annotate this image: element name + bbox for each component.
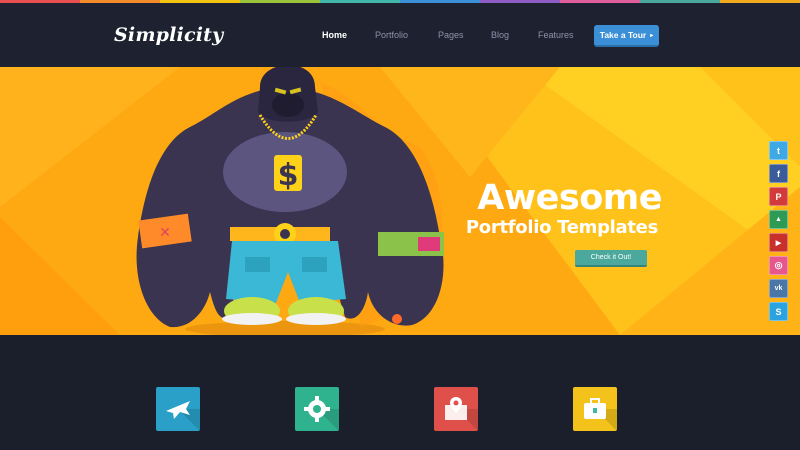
dribbble-icon[interactable]: ◎: [769, 256, 788, 275]
twitter-icon[interactable]: t: [769, 141, 788, 160]
take-a-tour-label: Take a Tour: [599, 30, 647, 40]
airplane-icon[interactable]: [156, 387, 200, 431]
site-logo[interactable]: Simplicity: [114, 24, 223, 46]
hero-title: Awesome: [477, 178, 662, 218]
gear-icon[interactable]: [295, 387, 339, 431]
svg-text:✕: ✕: [159, 224, 171, 240]
take-a-tour-button[interactable]: Take a Tour ▸: [594, 25, 659, 47]
dollar-sign: $: [278, 158, 299, 193]
navbar: Simplicity Home Portfolio Pages Blog Fea…: [0, 3, 800, 67]
nav-item-home[interactable]: Home: [322, 30, 347, 40]
nav-item-features[interactable]: Features: [538, 30, 574, 40]
gorilla-mascot: $ ✕: [136, 67, 444, 335]
map-pin-icon[interactable]: [434, 387, 478, 431]
google-drive-icon[interactable]: ▲: [769, 210, 788, 229]
nav-item-blog[interactable]: Blog: [491, 30, 509, 40]
check-it-out-button[interactable]: Check it Out!: [575, 250, 647, 267]
hero-subtitle: Portfolio Templates: [465, 217, 658, 238]
facebook-icon[interactable]: f: [769, 164, 788, 183]
briefcase-icon[interactable]: [573, 387, 617, 431]
chevron-right-icon: ▸: [650, 32, 654, 39]
hero-banner: $ ✕ Awesome Portfolio Templates Check it…: [0, 67, 800, 335]
skype-icon[interactable]: S: [769, 302, 788, 321]
nav-item-portfolio[interactable]: Portfolio: [375, 30, 408, 40]
nav-item-pages[interactable]: Pages: [438, 30, 464, 40]
youtube-icon[interactable]: ▶: [769, 233, 788, 252]
pinterest-icon[interactable]: P: [769, 187, 788, 206]
vk-icon[interactable]: vk: [769, 279, 788, 298]
social-sidebar: t f P ▲ ▶ ◎ vk S: [769, 141, 789, 325]
features-section: [0, 335, 800, 450]
